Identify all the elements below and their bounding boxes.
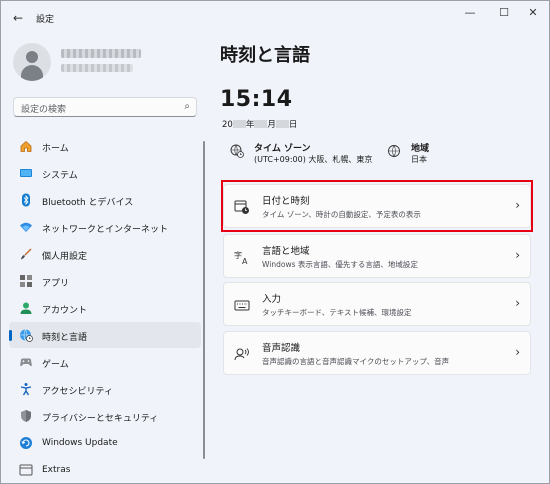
extras-icon <box>19 464 33 476</box>
date-redacted <box>254 120 268 128</box>
sidebar-item-label: 個人用設定 <box>42 252 88 262</box>
sidebar-item-accessibility[interactable]: アクセシビリティ <box>9 376 201 402</box>
globe-clock-icon <box>20 329 33 342</box>
card-description: タッチキーボード、テキスト候補、環境設定 <box>262 308 412 317</box>
date-redacted <box>232 120 246 128</box>
sidebar-item-time-language[interactable]: 時刻と言語 <box>9 322 201 348</box>
date-year-suffix: 年 <box>245 120 255 130</box>
highlight-box <box>221 180 533 232</box>
current-date: 20 年 月 日 <box>222 118 297 130</box>
speech-icon <box>234 348 249 361</box>
region-value: 日本 <box>411 155 427 164</box>
sidebar-item-label: 時刻と言語 <box>42 333 88 343</box>
sidebar-item-bluetooth[interactable]: Bluetooth とデバイス <box>9 187 201 213</box>
date-redacted <box>275 120 289 128</box>
date-month-suffix: 月 <box>267 120 276 130</box>
card-title: 音声認識 <box>262 343 301 354</box>
sidebar-item-label: Windows Update <box>42 438 118 448</box>
page-title: 時刻と言語 <box>220 45 310 66</box>
sidebar-item-label: Bluetooth とデバイス <box>42 198 134 208</box>
card-speech[interactable]: 音声認識 音声認識の言語と音声認識マイクのセットアップ、音声 › <box>223 331 531 375</box>
sidebar-scrollbar[interactable] <box>203 141 205 459</box>
card-title: 言語と地域 <box>262 246 310 257</box>
shield-icon <box>21 410 31 422</box>
sidebar-item-label: アカウント <box>42 306 88 316</box>
globe-icon <box>388 145 400 157</box>
apps-icon <box>20 275 32 287</box>
chevron-right-icon: › <box>515 248 520 262</box>
sidebar-item-label: Extras <box>42 465 71 475</box>
search-input[interactable]: 設定の検索 <box>21 102 66 115</box>
chevron-right-icon: › <box>515 296 520 310</box>
wifi-icon <box>20 222 32 232</box>
minimize-button[interactable]: — <box>453 3 487 23</box>
sidebar-item-label: アプリ <box>42 279 70 289</box>
keyboard-icon <box>234 300 250 311</box>
sidebar-item-apps[interactable]: アプリ <box>9 268 201 294</box>
timezone-title: タイム ゾーン <box>254 144 311 154</box>
timezone-value: (UTC+09:00) 大阪、札幌、東京 <box>254 155 373 164</box>
current-time: 15:14 <box>220 87 293 112</box>
title-bar: ← 設定 — ☐ ✕ <box>1 1 549 35</box>
sidebar-item-label: プライバシーとセキュリティ <box>42 414 159 424</box>
sidebar-item-personalization[interactable]: 個人用設定 <box>9 241 201 267</box>
settings-window: ← 設定 — ☐ ✕ 設定の検索 ⌕ ホーム システム Bluetooth とデ… <box>0 0 550 484</box>
home-icon <box>20 140 32 152</box>
card-description: 音声認識の言語と音声認識マイクのセットアップ、音声 <box>262 357 450 366</box>
user-email-redacted <box>61 64 133 72</box>
globe-clock-icon <box>230 144 244 158</box>
sidebar-item-home[interactable]: ホーム <box>9 133 201 159</box>
search-box[interactable]: 設定の検索 ⌕ <box>13 97 197 117</box>
sidebar-item-system[interactable]: システム <box>9 160 201 186</box>
svg-text:字: 字 <box>234 250 242 260</box>
sidebar-item-gaming[interactable]: ゲーム <box>9 349 201 375</box>
sidebar-item-label: アクセシビリティ <box>42 387 114 397</box>
chevron-right-icon: › <box>515 345 520 359</box>
close-button[interactable]: ✕ <box>516 3 549 23</box>
sidebar-item-privacy[interactable]: プライバシーとセキュリティ <box>9 403 201 429</box>
user-name-redacted <box>61 49 141 58</box>
update-icon <box>20 437 32 449</box>
game-icon <box>20 358 32 367</box>
sidebar-item-label: ホーム <box>42 144 69 154</box>
account-icon <box>20 302 32 314</box>
avatar-body <box>21 65 43 81</box>
sidebar-item-label: システム <box>42 171 78 181</box>
avatar-head <box>26 51 38 63</box>
card-description: Windows 表示言語、優先する言語、地域設定 <box>262 260 418 269</box>
date-year-prefix: 20 <box>222 120 233 130</box>
app-title: 設定 <box>36 15 55 25</box>
accessibility-icon <box>20 383 32 396</box>
search-icon[interactable]: ⌕ <box>184 101 190 112</box>
selection-indicator <box>9 330 12 341</box>
region-title: 地域 <box>411 144 430 154</box>
card-typing[interactable]: 入力 タッチキーボード、テキスト候補、環境設定 › <box>223 282 531 326</box>
svg-text:A: A <box>242 257 248 265</box>
back-button[interactable]: ← <box>9 9 27 27</box>
sidebar-item-accounts[interactable]: アカウント <box>9 295 201 321</box>
bluetooth-icon <box>22 193 30 207</box>
sidebar-item-windows-update[interactable]: Windows Update <box>9 430 201 456</box>
card-language-region[interactable]: 字A 言語と地域 Windows 表示言語、優先する言語、地域設定 › <box>223 234 531 278</box>
sidebar-item-extras[interactable]: Extras <box>9 457 201 483</box>
avatar[interactable] <box>13 43 51 81</box>
date-day-suffix: 日 <box>288 120 298 130</box>
sidebar-item-label: ゲーム <box>42 360 69 370</box>
system-icon <box>20 169 32 177</box>
card-title: 入力 <box>262 294 282 305</box>
sidebar-item-label: ネットワークとインターネット <box>42 225 169 235</box>
brush-icon <box>21 248 32 260</box>
language-icon: 字A <box>234 250 248 265</box>
sidebar-item-network[interactable]: ネットワークとインターネット <box>9 214 201 240</box>
